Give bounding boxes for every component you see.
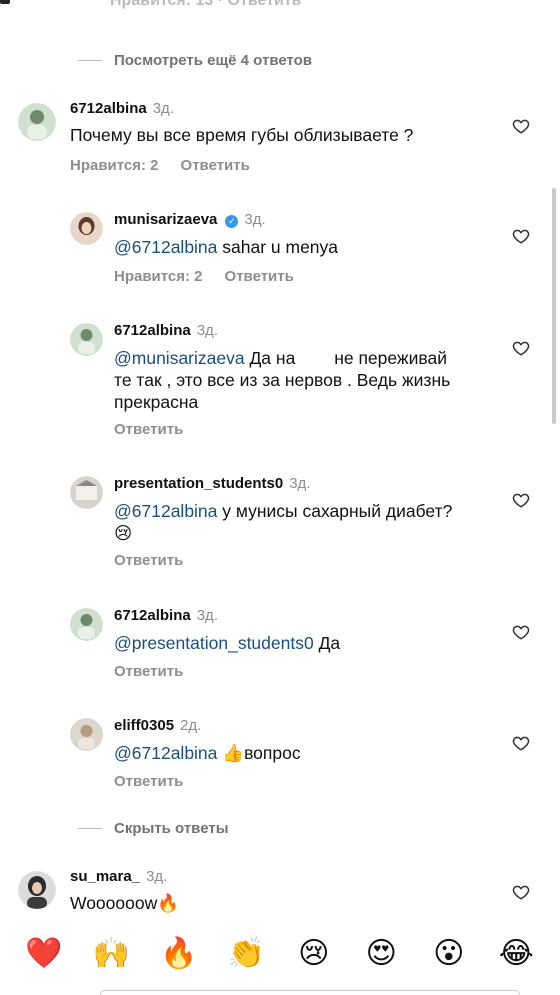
comment-body: вопрос	[244, 743, 301, 763]
comment-text: Woooooow🔥	[70, 892, 179, 914]
verified-badge-icon: ✓	[225, 215, 239, 228]
timestamp: 3д.	[196, 607, 218, 624]
emoji-cry-button[interactable]: 😢	[292, 936, 336, 971]
emoji-surprised-button[interactable]: 😮	[427, 936, 471, 971]
emoji-heart-eyes-button[interactable]: 😍	[359, 936, 403, 971]
avatar[interactable]	[70, 608, 103, 641]
heart-outline-icon[interactable]	[512, 883, 530, 901]
timestamp: 3д.	[152, 100, 174, 117]
timestamp: 2д.	[180, 717, 202, 734]
comment-body-line2: те так , это все из за нервов . Ведь жиз…	[114, 370, 451, 390]
comment-text: @6712albina 👍вопрос	[114, 742, 301, 764]
emoji-raised-hands-button[interactable]: 🙌	[89, 936, 133, 971]
avatar[interactable]	[70, 718, 103, 751]
comment-body-line1: Да на не переживай	[244, 348, 448, 368]
reply-button[interactable]: Ответить	[114, 773, 183, 790]
hide-replies-button[interactable]: Скрыть ответы	[78, 820, 229, 837]
emoji-laugh-button[interactable]: 😂	[494, 936, 538, 971]
likes-count[interactable]: Нравится: 2	[114, 268, 203, 285]
username[interactable]: 6712albina	[114, 322, 191, 339]
mention-link[interactable]: @6712albina	[114, 501, 217, 521]
reply-button[interactable]: Ответить	[114, 421, 183, 438]
reply-button[interactable]: Ответить	[114, 552, 183, 569]
comment-body: Woooooow	[70, 893, 158, 913]
crying-emoji: 😢	[114, 523, 133, 543]
reply-button[interactable]: Ответить	[225, 268, 294, 285]
avatar[interactable]	[70, 476, 103, 509]
mention-link[interactable]: @presentation_students0	[114, 633, 314, 653]
username[interactable]: presentation_students0	[114, 475, 283, 492]
divider-line	[78, 60, 102, 61]
comment-body: Да	[313, 633, 341, 653]
heart-outline-icon[interactable]	[512, 339, 530, 357]
emoji-heart-button[interactable]: ❤️	[22, 936, 66, 971]
timestamp: 3д.	[146, 868, 168, 885]
avatar[interactable]	[18, 871, 56, 909]
mention-link[interactable]: @6712albina	[114, 237, 217, 257]
heart-outline-icon[interactable]	[512, 623, 530, 641]
heart-outline-icon[interactable]	[512, 491, 530, 509]
comment-body-line3: прекрасна	[114, 392, 199, 412]
timestamp: 3д.	[196, 322, 218, 339]
comment-text: @munisarizaeva Да на не переживай те так…	[114, 347, 494, 413]
username[interactable]: munisarizaeva	[114, 211, 217, 228]
username[interactable]: 6712albina	[114, 607, 191, 624]
back-icon[interactable]	[0, 0, 10, 4]
emoji-fire-button[interactable]: 🔥	[157, 936, 201, 971]
avatar[interactable]	[18, 103, 56, 141]
reply-button[interactable]: Ответить	[181, 157, 250, 174]
previous-comment-actions: Нравится: 13 · Ответить	[110, 0, 302, 9]
username[interactable]: 6712albina	[70, 100, 147, 117]
heart-outline-icon[interactable]	[512, 227, 530, 245]
avatar[interactable]	[70, 212, 103, 245]
timestamp: 3д.	[244, 211, 266, 228]
heart-outline-icon[interactable]	[512, 117, 530, 135]
timestamp: 3д.	[289, 475, 311, 492]
heart-outline-icon[interactable]	[512, 734, 530, 752]
emoji-reaction-bar: ❤️ 🙌 🔥 👏 😢 😍 😮 😂	[0, 928, 560, 978]
comment-input-area	[0, 990, 560, 995]
comment-text: @presentation_students0 Да	[114, 632, 340, 654]
mention-link[interactable]: @6712albina	[114, 743, 217, 763]
scrollbar[interactable]	[552, 188, 556, 424]
view-more-replies-button[interactable]: Посмотреть ещё 4 ответов	[78, 52, 312, 69]
likes-count[interactable]: Нравится: 2	[70, 157, 159, 174]
comment-body: у мунисы сахарный диабет?	[217, 501, 453, 521]
mention-link[interactable]: @munisarizaeva	[114, 348, 245, 368]
comment-text: @6712albina sahar u menya	[114, 236, 338, 258]
comment-text: @6712albina у мунисы сахарный диабет? 😢	[114, 500, 494, 544]
username[interactable]: su_mara_	[70, 868, 140, 885]
comment-input[interactable]	[100, 990, 520, 995]
reply-button[interactable]: Ответить	[114, 663, 183, 680]
username[interactable]: eliff0305	[114, 717, 174, 734]
view-more-replies-label: Посмотреть ещё 4 ответов	[114, 52, 313, 69]
emoji-clap-button[interactable]: 👏	[224, 936, 268, 971]
avatar[interactable]	[70, 323, 103, 356]
comment-text: Почему вы все время губы облизываете ?	[70, 125, 414, 145]
thumbs-up-emoji: 👍	[222, 743, 245, 763]
hide-replies-label: Скрыть ответы	[114, 820, 229, 837]
comment-body: sahar u menya	[217, 237, 339, 257]
divider-line	[78, 828, 102, 829]
fire-emoji: 🔥	[157, 893, 180, 913]
